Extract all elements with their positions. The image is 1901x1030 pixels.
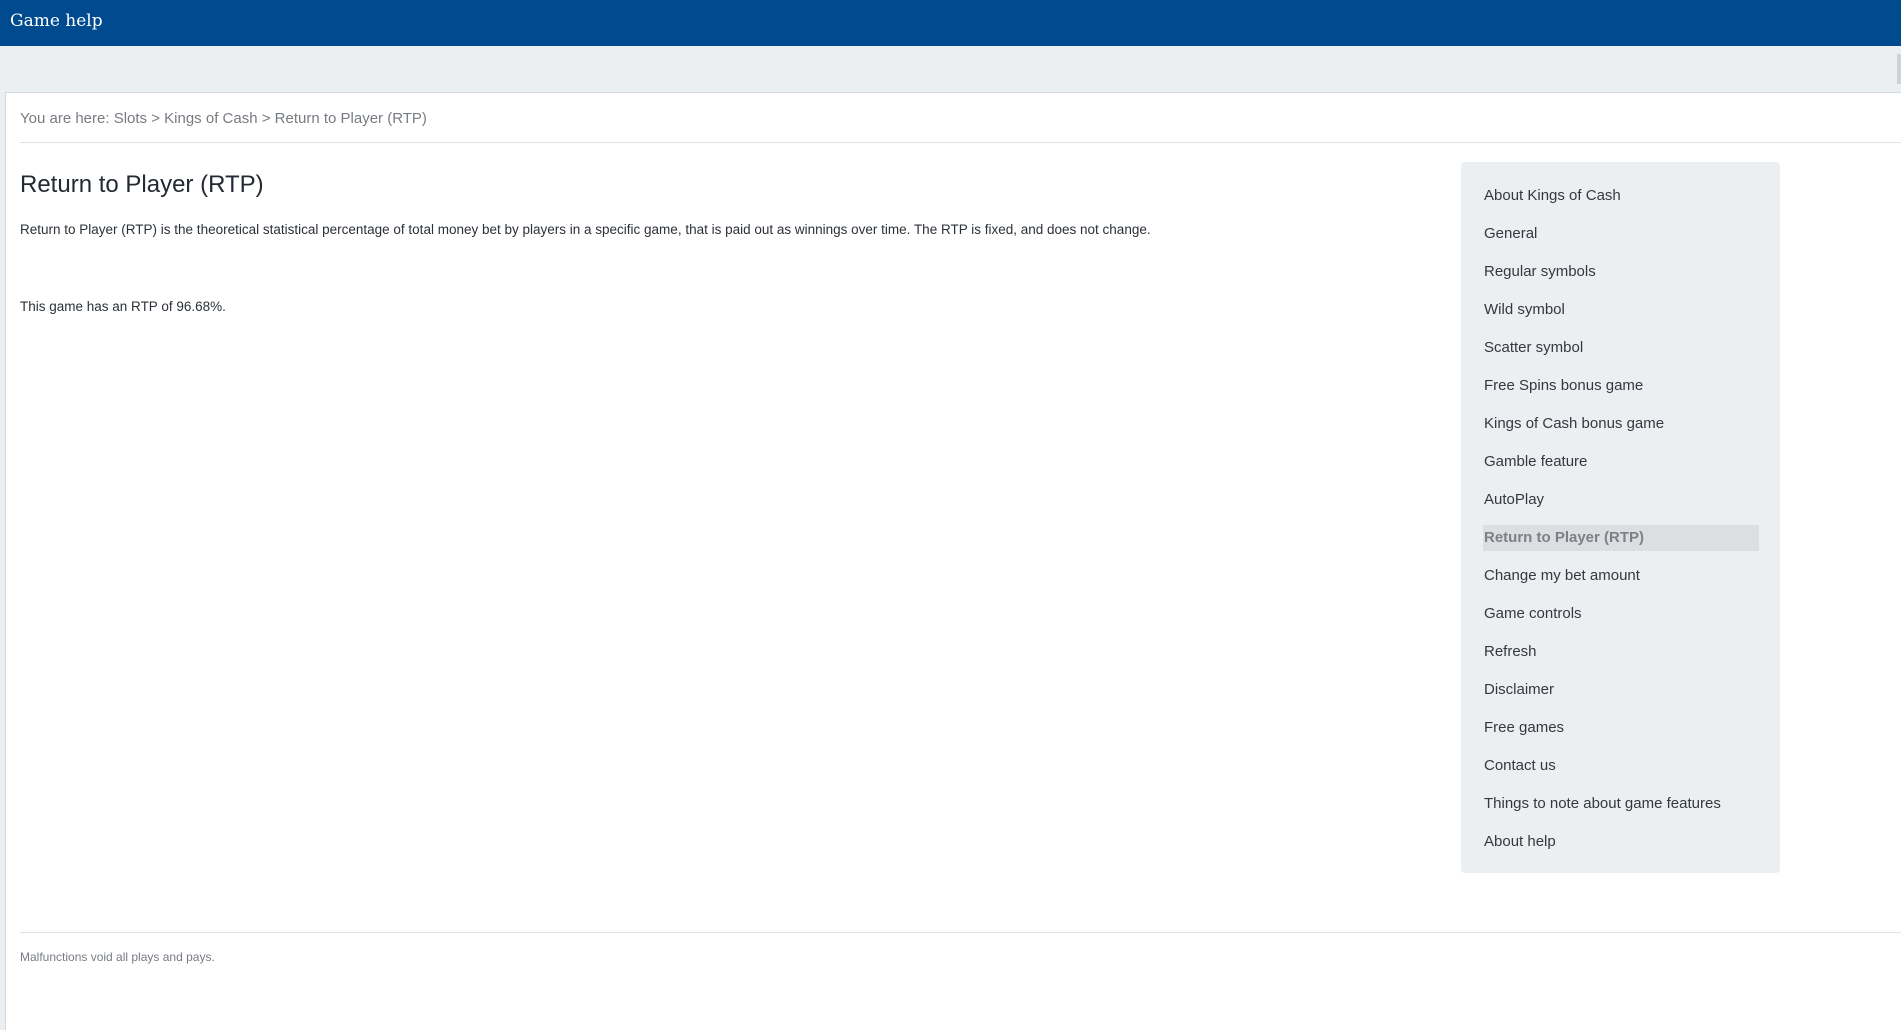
sidebar-item-label[interactable]: Free games [1483,715,1759,741]
sidebar-item-label[interactable]: Refresh [1483,639,1759,665]
sidebar-item-label[interactable]: Contact us [1483,753,1759,779]
sidebar-item[interactable]: About Kings of Cash [1483,183,1759,221]
sidebar-item[interactable]: Game controls [1483,601,1759,639]
breadcrumb-separator: > [147,110,165,127]
divider [20,932,1901,933]
sidebar-item-label[interactable]: Scatter symbol [1483,335,1759,361]
sidebar-item-label[interactable]: About Kings of Cash [1483,183,1759,209]
help-topics-list: About Kings of Cash General Regular symbol… [1483,183,1759,867]
toolbar-strip [0,46,1901,92]
sidebar-item[interactable]: Things to note about game features [1483,791,1759,829]
breadcrumb-item-game[interactable]: Kings of Cash [164,110,257,127]
rtp-description: Return to Player (RTP) is the theoretica… [20,222,1151,237]
help-page: You are here: Slots > Kings of Cash > Re… [5,92,1901,1030]
breadcrumb-prefix: You are here: [20,110,114,127]
help-topics-sidebar: About Kings of Cash General Regular symbol… [1461,162,1780,873]
sidebar-item[interactable]: Regular symbols [1483,259,1759,297]
page-title: Return to Player (RTP) [20,171,264,198]
sidebar-item-label[interactable]: Kings of Cash bonus game [1483,411,1759,437]
sidebar-item-label[interactable]: Free Spins bonus game [1483,373,1759,399]
sidebar-item-label[interactable]: Disclaimer [1483,677,1759,703]
sidebar-item[interactable]: Gamble feature [1483,449,1759,487]
breadcrumb-item-slots[interactable]: Slots [114,110,147,127]
sidebar-item[interactable]: Disclaimer [1483,677,1759,715]
sidebar-item[interactable]: Change my bet amount [1483,563,1759,601]
rtp-value-text: This game has an RTP of 96.68%. [20,299,226,314]
footer-disclaimer: Malfunctions void all plays and pays. [20,950,215,964]
sidebar-item[interactable]: Free games [1483,715,1759,753]
breadcrumb-item-current: Return to Player (RTP) [274,110,427,127]
divider [20,142,1901,143]
breadcrumb-separator: > [257,110,275,127]
sidebar-item[interactable]: About help [1483,829,1759,867]
sidebar-item-label[interactable]: General [1483,221,1759,247]
scrollbar-edge [1897,54,1901,84]
sidebar-item[interactable]: General [1483,221,1759,259]
sidebar-item[interactable]: Wild symbol [1483,297,1759,335]
sidebar-item[interactable]: AutoPlay [1483,487,1759,525]
sidebar-item[interactable]: Kings of Cash bonus game [1483,411,1759,449]
sidebar-item-label[interactable]: About help [1483,829,1759,855]
sidebar-item-label[interactable]: Regular symbols [1483,259,1759,285]
sidebar-item[interactable]: Contact us [1483,753,1759,791]
sidebar-item-label[interactable]: Return to Player (RTP) [1483,525,1759,551]
sidebar-item[interactable]: Refresh [1483,639,1759,677]
sidebar-item-label[interactable]: Change my bet amount [1483,563,1759,589]
title-bar: Game help [0,0,1901,46]
sidebar-item[interactable]: Scatter symbol [1483,335,1759,373]
breadcrumb: You are here: Slots > Kings of Cash > Re… [20,110,427,127]
sidebar-item-label[interactable]: Things to note about game features [1483,791,1759,817]
sidebar-item-label[interactable]: Wild symbol [1483,297,1759,323]
sidebar-item-label[interactable]: Game controls [1483,601,1759,627]
sidebar-item-label[interactable]: AutoPlay [1483,487,1759,513]
window-title: Game help [10,11,103,31]
sidebar-item[interactable]: Return to Player (RTP) [1483,525,1759,563]
sidebar-item-label[interactable]: Gamble feature [1483,449,1759,475]
sidebar-item[interactable]: Free Spins bonus game [1483,373,1759,411]
